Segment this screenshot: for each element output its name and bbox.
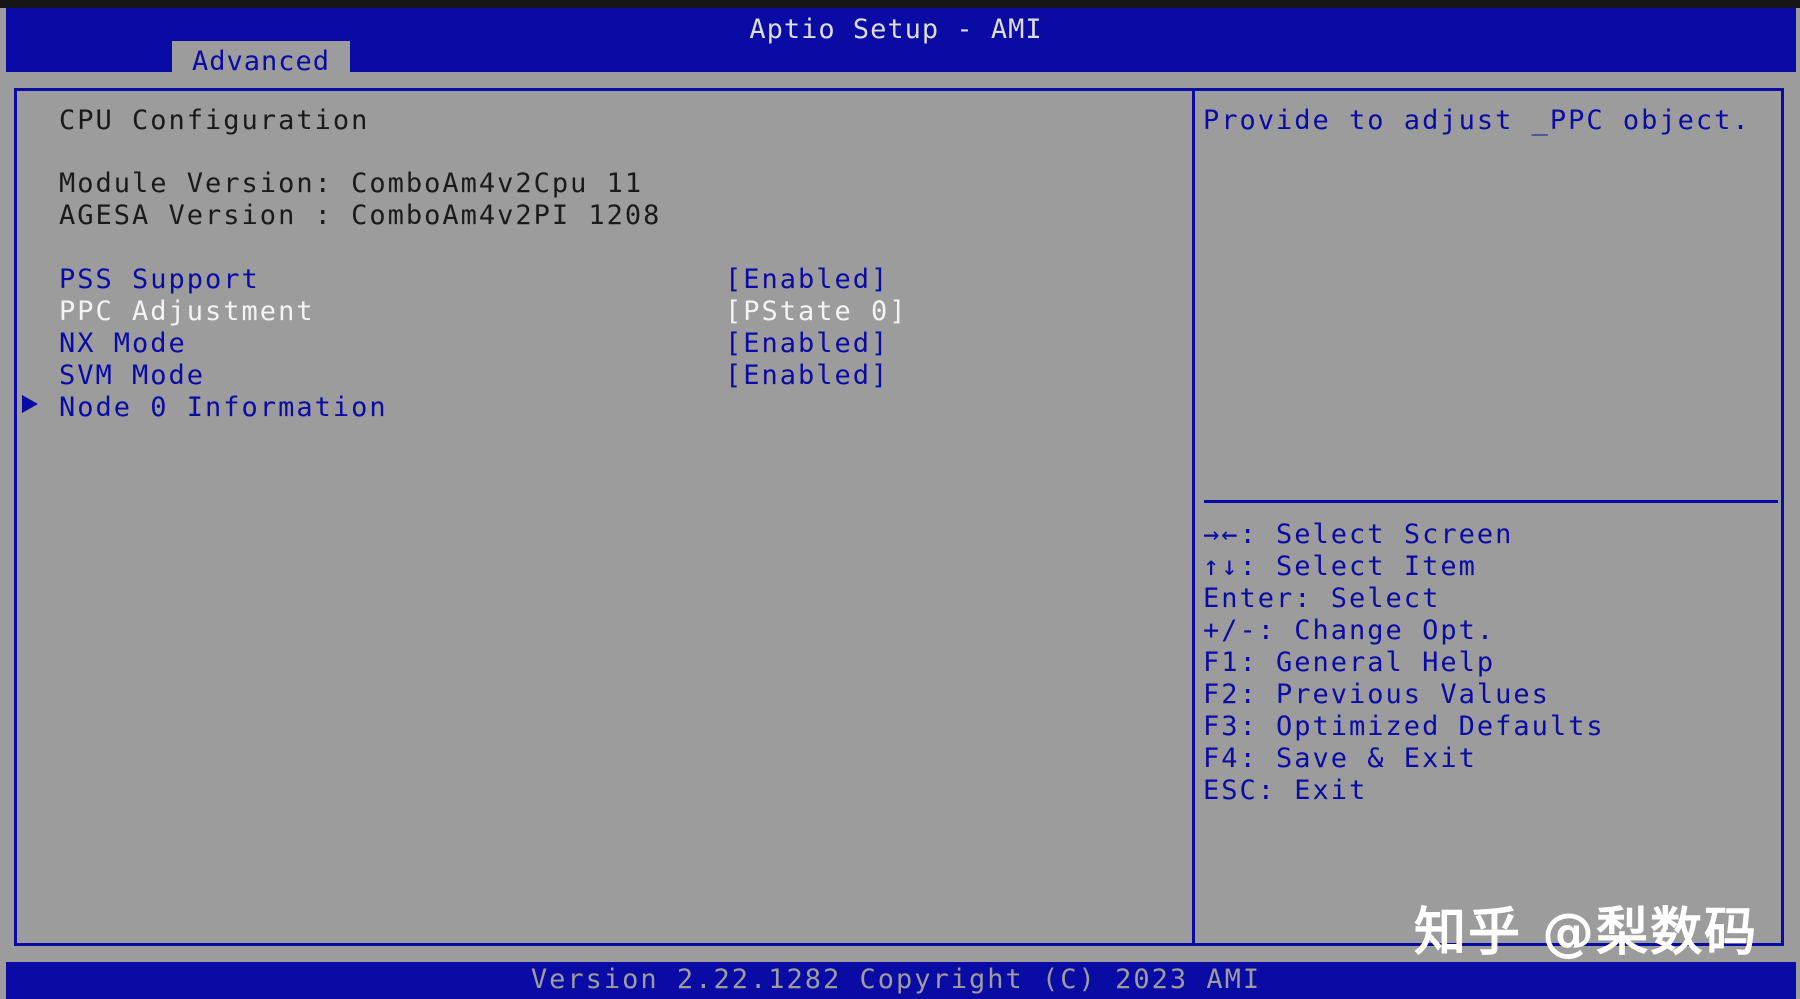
- setting-svm-mode-label[interactable]: SVM Mode: [59, 360, 205, 392]
- bios-screen: Aptio Setup - AMI Advanced CPU Configura…: [0, 0, 1800, 999]
- module-version: Module Version: ComboAm4v2Cpu 11: [59, 168, 644, 199]
- help-key-esc: ESC: Exit: [1203, 775, 1368, 806]
- help-key-f1: F1: General Help: [1203, 647, 1496, 678]
- help-description: Provide to adjust _PPC object.: [1203, 105, 1751, 136]
- setting-ppc-adjustment-label[interactable]: PPC Adjustment: [59, 296, 315, 328]
- help-key-f4: F4: Save & Exit: [1203, 743, 1477, 774]
- submenu-node-0-information[interactable]: Node 0 Information: [59, 392, 388, 424]
- help-key-f3: F3: Optimized Defaults: [1203, 711, 1605, 742]
- help-key-change-opt: +/-: Change Opt.: [1203, 615, 1496, 646]
- tab-advanced[interactable]: Advanced: [172, 41, 350, 80]
- left-right-arrows-icon: →←: [1203, 519, 1240, 550]
- setting-nx-mode-label[interactable]: NX Mode: [59, 328, 187, 360]
- setting-ppc-adjustment-value[interactable]: [PState 0]: [725, 296, 908, 328]
- help-key-enter: Enter: Select: [1203, 583, 1441, 614]
- help-key-f2: F2: Previous Values: [1203, 679, 1550, 710]
- help-divider: [1204, 500, 1778, 503]
- help-key-select-screen: →←: Select Screen: [1203, 519, 1514, 550]
- help-key-select-item: ↑↓: Select Item: [1203, 551, 1477, 582]
- version-copyright: Version 2.22.1282 Copyright (C) 2023 AMI: [530, 964, 1262, 995]
- footer-bar: Version 2.22.1282 Copyright (C) 2023 AMI: [6, 962, 1796, 999]
- setting-svm-mode-value[interactable]: [Enabled]: [725, 360, 889, 392]
- top-border: [0, 0, 1800, 8]
- agesa-version: AGESA Version : ComboAm4v2PI 1208: [59, 200, 662, 231]
- header-bar: Aptio Setup - AMI Advanced: [6, 8, 1796, 80]
- up-down-arrows-icon: ↑↓: [1203, 551, 1240, 582]
- watermark: 知乎 @梨数码: [1414, 903, 1759, 963]
- page-title: CPU Configuration: [59, 105, 370, 136]
- vertical-divider: [1192, 88, 1195, 946]
- setting-pss-support-label[interactable]: PSS Support: [59, 264, 260, 296]
- submenu-arrow-icon: [22, 395, 38, 413]
- setting-pss-support-value[interactable]: [Enabled]: [725, 264, 889, 296]
- setting-nx-mode-value[interactable]: [Enabled]: [725, 328, 889, 360]
